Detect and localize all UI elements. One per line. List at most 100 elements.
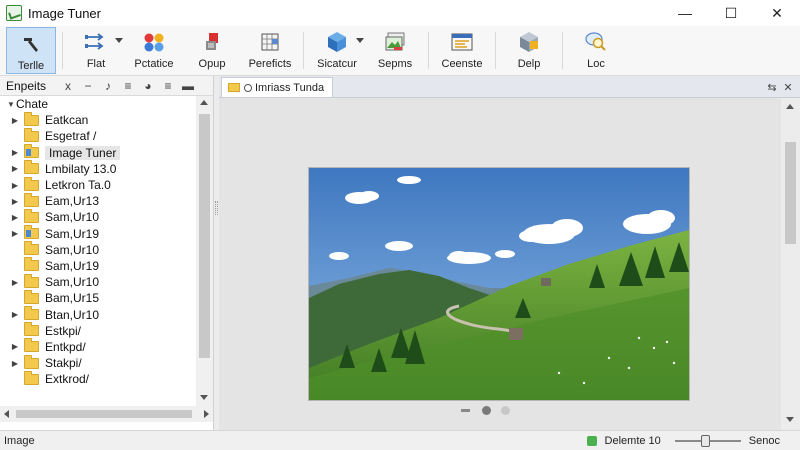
tool-label: Pctatice (134, 58, 174, 70)
music-note-icon[interactable]: ♪ (98, 76, 118, 96)
toolbar-separator (62, 32, 63, 69)
main-toolbar: Terlle Flat Pctatice Opup Pereficts Sica… (0, 26, 800, 76)
tree-item[interactable]: Estkpi/ (0, 322, 196, 339)
tool-terlle-button[interactable]: Terlle (6, 27, 56, 74)
scroll-left-icon[interactable] (4, 410, 9, 418)
scrollbar-thumb[interactable] (16, 410, 192, 418)
tree-item-label: Eam,Ur13 (45, 194, 100, 209)
folder-icon (24, 273, 39, 288)
chevron-right-icon[interactable]: ▶ (10, 310, 20, 319)
chevron-right-icon[interactable]: ▶ (10, 164, 20, 173)
tab-image-document[interactable]: Imriass Tunda (221, 77, 334, 97)
chevron-down-icon[interactable] (356, 38, 364, 43)
zoom-slider[interactable] (674, 434, 741, 448)
canvas-vertical-scrollbar[interactable] (781, 98, 800, 430)
maximize-button[interactable]: ☐ (708, 0, 754, 26)
tool-label: Sicatcur (317, 58, 357, 70)
tree-item[interactable]: Sam,Ur10 (0, 241, 196, 258)
tool-opup-button[interactable]: Opup (183, 26, 241, 75)
page-indicator (461, 406, 520, 415)
close-icon[interactable]: ✕ (780, 78, 796, 96)
tree-item[interactable]: ▶ Letkron Ta.0 (0, 176, 196, 193)
list-icon[interactable]: ≡ (118, 76, 138, 96)
tree-item-label: Esgetraf / (45, 129, 97, 144)
tree-item[interactable]: ▶ Stakpi/ (0, 354, 196, 371)
tree-item[interactable]: Sam,Ur19 (0, 257, 196, 274)
tree-item[interactable]: ▶ Btan,Ur10 (0, 306, 196, 322)
tool-pctatice-button[interactable]: Pctatice (125, 26, 183, 75)
zoom-slider-knob[interactable] (700, 435, 710, 447)
image-canvas[interactable] (219, 98, 781, 430)
chevron-right-icon[interactable]: ▶ (10, 359, 20, 368)
tree-item-label: Sam,Ur19 (45, 258, 100, 273)
chevron-right-icon[interactable]: ▶ (10, 342, 20, 351)
folder-icon (24, 127, 39, 142)
menu-icon[interactable]: ≡ (158, 76, 178, 96)
scroll-down-icon[interactable] (786, 417, 794, 422)
scrollbar-thumb[interactable] (199, 114, 210, 358)
minimize-button[interactable]: — (662, 0, 708, 26)
scroll-up-icon[interactable] (786, 104, 794, 109)
chevron-right-icon[interactable]: ▶ (10, 197, 20, 206)
landscape-photo[interactable] (308, 167, 690, 401)
chevron-right-icon[interactable]: ▶ (10, 229, 20, 238)
tree-root[interactable]: ▼ Chate (0, 96, 196, 112)
scroll-up-icon[interactable] (200, 100, 208, 105)
chevron-down-icon[interactable] (115, 38, 123, 43)
tree-item-label: Lmbilaty 13.0 (45, 161, 117, 176)
tree-item[interactable]: ▶ Eam,Ur13 (0, 192, 196, 209)
minus-bar-icon[interactable]: ▬ (178, 76, 198, 96)
tool-ceenste-button[interactable]: Ceenste (433, 26, 491, 75)
tree-item[interactable]: ▶ Eatkcan (0, 111, 196, 128)
tree-item[interactable]: ▶ Lmbilaty 13.0 (0, 160, 196, 177)
tree-horizontal-scrollbar[interactable] (0, 406, 213, 422)
tree-item[interactable]: Bam,Ur15 (0, 289, 196, 306)
tool-loc-button[interactable]: Loc (567, 26, 625, 75)
tree-item[interactable]: ▶ Sam,Ur19 (0, 225, 196, 242)
tree-item-label: Sam,Ur19 (45, 226, 100, 241)
tree-item[interactable]: ▶ Sam,Ur10 (0, 208, 196, 225)
tree-item-label: Letkron Ta.0 (45, 178, 111, 193)
tree-item-label: Bam,Ur15 (45, 291, 100, 306)
collapse-icon[interactable]: − (78, 76, 98, 96)
chevron-right-icon[interactable]: ▶ (10, 213, 20, 222)
tool-sepms-button[interactable]: Sepms (366, 26, 424, 75)
folder-icon (24, 322, 39, 337)
status-dot-icon (244, 83, 252, 92)
chevron-right-icon[interactable]: ▶ (10, 116, 20, 125)
page-dot[interactable] (482, 406, 491, 415)
tool-sicatcur-button[interactable]: Sicatcur (308, 26, 366, 75)
tree-item-label: Btan,Ur10 (45, 307, 100, 322)
tree-vertical-scrollbar[interactable] (196, 96, 213, 406)
tree-item[interactable]: ▶ Entkpd/ (0, 338, 196, 355)
tree-item-label: Image Tuner (45, 145, 121, 160)
page-dot[interactable] (501, 406, 510, 415)
chevron-down-icon[interactable]: ▼ (6, 100, 16, 109)
tree-item[interactable]: Esgetraf / (0, 127, 196, 144)
pie-icon[interactable]: ◕ (138, 76, 158, 96)
swap-icon[interactable]: ⇆ (764, 78, 780, 96)
tool-flat-button[interactable]: Flat (67, 26, 125, 75)
splitter-grip[interactable] (215, 201, 218, 215)
chevron-right-icon[interactable]: ▶ (10, 181, 20, 190)
scroll-down-icon[interactable] (200, 395, 208, 400)
color-balls-icon (142, 30, 166, 54)
tree-item[interactable]: ▶ Sam,Ur10 (0, 273, 196, 290)
close-icon[interactable]: x (58, 76, 78, 96)
tree-item-label: Chate (16, 97, 49, 112)
scrollbar-thumb[interactable] (785, 142, 796, 244)
tool-label: Sepms (377, 58, 413, 70)
chevron-right-icon[interactable]: ▶ (10, 148, 20, 157)
tree-item-label: Sam,Ur10 (45, 210, 100, 225)
chevron-right-icon[interactable]: ▶ (10, 278, 20, 287)
status-bar: Image Delemte 10 Senoc (0, 430, 800, 450)
scroll-right-icon[interactable] (204, 410, 209, 418)
tool-delp-button[interactable]: Delp (500, 26, 558, 75)
tree-item[interactable]: ▶ Image Tuner (0, 144, 196, 161)
close-button[interactable]: ✕ (754, 0, 800, 26)
tool-pereficts-button[interactable]: Pereficts (241, 26, 299, 75)
folder-icon (24, 338, 39, 353)
folder-icon (24, 208, 39, 223)
tree-item[interactable]: Extkrod/ (0, 370, 196, 387)
toolbar-separator (495, 32, 496, 69)
